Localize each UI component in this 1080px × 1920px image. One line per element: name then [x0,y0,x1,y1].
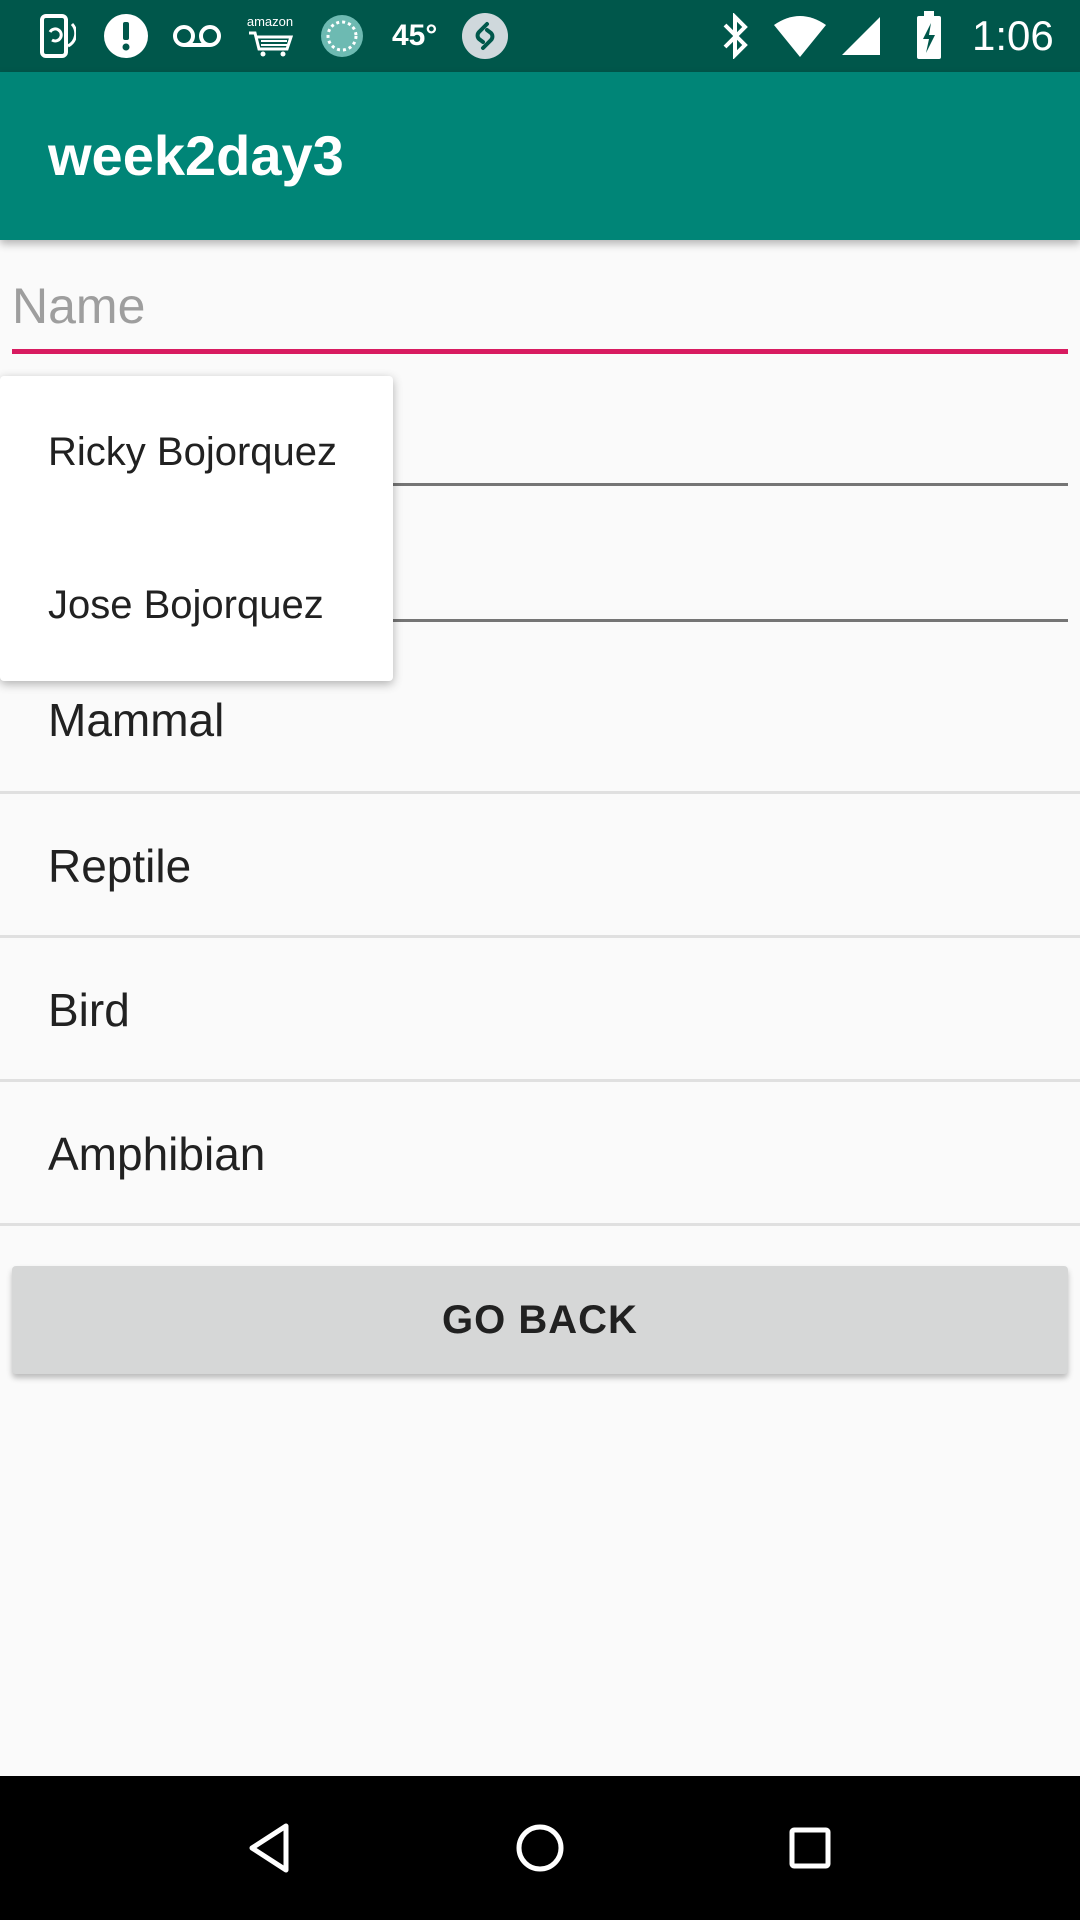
signal-icon [838,10,884,62]
list-item-reptile[interactable]: Reptile [0,794,1080,938]
navigation-bar [0,1776,1080,1920]
list-item-amphibian[interactable]: Amphibian [0,1082,1080,1226]
amazon-cart-icon: amazon [244,10,296,62]
name-input[interactable] [12,262,1068,354]
autocomplete-dropdown: Ricky Bojorquez Jose Bojorquez [0,376,393,681]
list-item-bird[interactable]: Bird [0,938,1080,1082]
voicemail-icon [172,10,222,62]
shazam-icon [460,10,510,62]
battery-charging-icon [912,10,946,62]
dropdown-item-jose[interactable]: Jose Bojorquez [0,529,393,681]
bluetooth-icon [716,10,756,62]
wifi-icon [772,10,828,62]
screen-rotation-icon [36,10,76,62]
back-icon[interactable] [230,1808,310,1888]
app-bar: week2day3 [0,72,1080,240]
amazon-label: amazon [246,14,294,29]
dropdown-item-ricky[interactable]: Ricky Bojorquez [0,376,393,528]
alert-icon [100,10,152,62]
recents-icon[interactable] [770,1808,850,1888]
go-back-button[interactable]: GO BACK [12,1266,1068,1374]
temperature-text: 45° [392,19,438,52]
app-title: week2day3 [48,124,344,187]
clock-text: 1:06 [972,12,1054,59]
weather-icon [318,10,366,62]
status-bar: amazon 45° 1:06 [0,0,1080,72]
screen: amazon 45° 1:06 week2day3 Name Mammal Re… [0,0,1080,1920]
animal-list: Mammal Reptile Bird Amphibian [0,646,1080,1226]
home-icon[interactable] [500,1808,580,1888]
